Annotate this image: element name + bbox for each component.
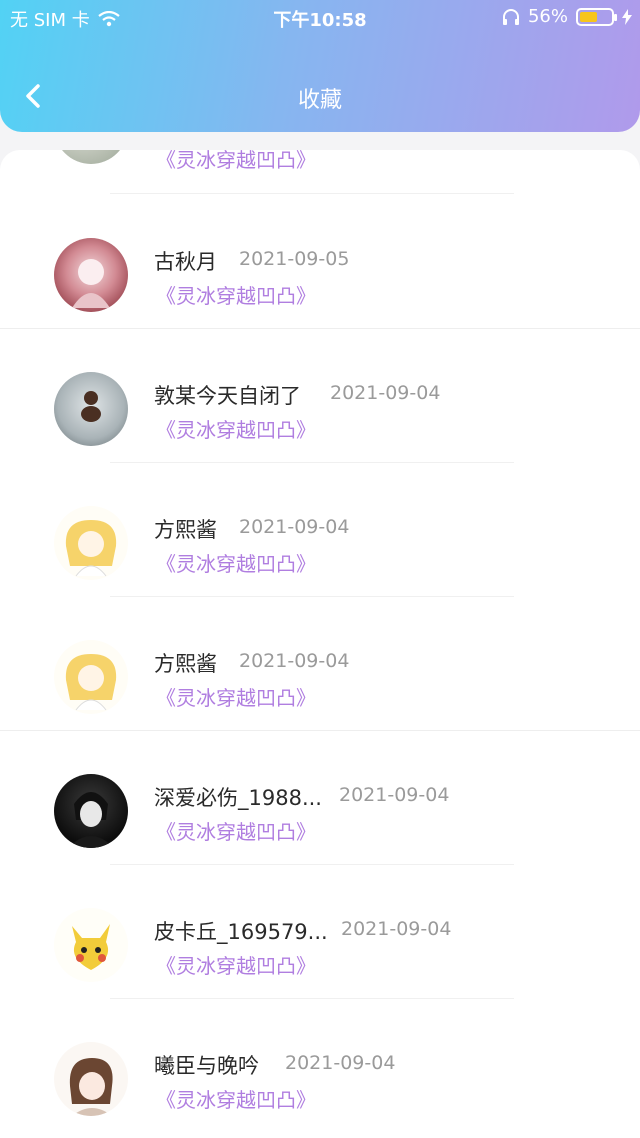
header: 无 SIM 卡 下午10:58 56% 收藏 [0,0,640,132]
work-title[interactable]: 《灵冰穿越凹凸》 [156,414,316,443]
list-item[interactable]: 敦某今天自闭了 2021-09-04 《灵冰穿越凹凸》 [0,328,640,463]
list-item[interactable]: 古秋月 2021-09-05 《灵冰穿越凹凸》 [0,194,640,329]
list-item[interactable]: 深爱必伤_1988... 2021-09-04 《灵冰穿越凹凸》 [0,730,640,865]
user-name[interactable]: 敦某今天自闭了 [154,380,301,410]
list-item[interactable]: 方熙酱 2021-09-04 《灵冰穿越凹凸》 [0,462,640,597]
work-title[interactable]: 《灵冰穿越凹凸》 [156,548,316,577]
date-label: 2021-09-04 [339,784,450,806]
list-item[interactable]: 皮卡丘_169579... 2021-09-04 《灵冰穿越凹凸》 [0,864,640,999]
user-name[interactable]: 曦臣与晚吟 [154,1050,259,1080]
work-title[interactable]: 《灵冰穿越凹凸》 [156,816,316,845]
favorites-list: 《灵冰穿越凹凸》 古秋月 2021-09-05 《灵冰穿越凹凸》 敦某今天自闭了… [0,150,640,1138]
date-label: 2021-09-05 [239,248,350,270]
user-name[interactable]: 皮卡丘_169579... [154,916,328,946]
avatar [54,506,128,580]
avatar [54,640,128,714]
user-name[interactable]: 深爱必伤_1988... [154,782,322,812]
headphones-icon [502,8,519,25]
battery-percent: 56% [527,6,568,27]
work-title[interactable]: 《灵冰穿越凹凸》 [156,150,316,173]
page-title: 收藏 [297,88,342,113]
battery-icon [576,7,617,26]
user-name[interactable]: 方熙酱 [154,514,217,544]
list-item[interactable]: 方熙酱 2021-09-04 《灵冰穿越凹凸》 [0,596,640,731]
work-title[interactable]: 《灵冰穿越凹凸》 [156,950,316,979]
avatar [54,150,128,164]
avatar [54,908,128,982]
nav-bar: 收藏 [0,74,640,118]
work-title[interactable]: 《灵冰穿越凹凸》 [156,1084,316,1113]
avatar [54,238,128,312]
avatar [54,372,128,446]
date-label: 2021-09-04 [239,650,350,672]
list-item[interactable]: 《灵冰穿越凹凸》 [0,150,640,194]
list-item[interactable]: 曦臣与晚吟 2021-09-04 《灵冰穿越凹凸》 [0,998,640,1132]
date-label: 2021-09-04 [341,918,452,940]
date-label: 2021-09-04 [285,1052,396,1074]
avatar [54,774,128,848]
user-name[interactable]: 古秋月 [154,246,217,276]
date-label: 2021-09-04 [330,382,441,404]
work-title[interactable]: 《灵冰穿越凹凸》 [156,280,316,309]
charging-icon [622,8,632,25]
avatar [54,1042,128,1116]
status-bar: 无 SIM 卡 下午10:58 56% [0,0,640,34]
user-name[interactable]: 方熙酱 [154,648,217,678]
date-label: 2021-09-04 [239,516,350,538]
work-title[interactable]: 《灵冰穿越凹凸》 [156,682,316,711]
